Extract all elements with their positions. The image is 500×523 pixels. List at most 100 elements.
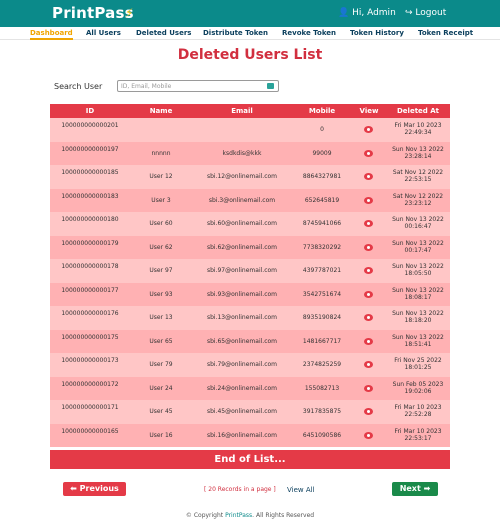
deleted-time: 23:28:14: [404, 152, 432, 160]
tab-token-receipt[interactable]: Token Receipt: [418, 29, 473, 37]
cell-mobile: 99009: [312, 149, 332, 157]
eye-icon[interactable]: [364, 220, 373, 227]
tab-all-users[interactable]: All Users: [86, 29, 121, 37]
cell-name: User 97: [149, 267, 173, 274]
eye-icon[interactable]: [364, 196, 373, 204]
view-all-link[interactable]: View All: [287, 486, 315, 494]
cell-mobile: 2374825259: [302, 361, 342, 368]
cell-mobile: 3542751674: [302, 290, 342, 298]
eye-icon[interactable]: [364, 337, 373, 345]
deleted-date: Sat Nov 12 2022: [392, 169, 444, 176]
column-header-mobile: Mobile: [308, 107, 336, 115]
cell-name: nnnnn: [151, 149, 171, 157]
deleted-date: Sun Nov 13 2022: [392, 333, 444, 341]
table-row: 100000000000172 User 24 sbi.24@onlinemail.…: [50, 376, 450, 400]
cell-id: 100000000000179: [61, 239, 119, 247]
footer: © Copyright PrintPass. All Rights Reserv…: [0, 512, 500, 519]
cell-id: 100000000000178: [61, 263, 119, 270]
cell-id: 100000000000177: [61, 286, 119, 294]
deleted-time: 00:17:47: [404, 246, 432, 254]
cell-mobile: 6451090586: [302, 431, 342, 439]
eye-icon[interactable]: [364, 173, 373, 180]
cell-email: sbi.97@onlinemail.com: [206, 267, 278, 274]
cell-email: sbi.93@onlinemail.com: [206, 290, 278, 298]
cell-deleted-at: Sun Nov 13 2022 00:17:47: [386, 240, 450, 254]
eye-icon[interactable]: [364, 126, 373, 133]
end-of-list: End of List...: [50, 450, 450, 469]
user-menu[interactable]: 👤 Hi, Admin: [338, 8, 396, 18]
records-per-page: [ 20 Records in a page ]: [204, 486, 276, 493]
cell-email: sbi.24@onlinemail.com: [206, 384, 278, 392]
cell-id: 100000000000175: [61, 333, 119, 341]
previous-button[interactable]: ⬅ Previous: [63, 482, 126, 496]
deleted-time: 18:51:41: [404, 340, 432, 348]
cell-email: sbi.60@onlinemail.com: [206, 220, 278, 227]
footer-brand-link[interactable]: PrintPass: [225, 512, 252, 519]
nav-tabs: Dashboard All Users Deleted Users Distri…: [0, 27, 500, 40]
cell-id: 100000000000165: [61, 427, 119, 435]
next-label: Next: [399, 484, 421, 493]
brand-logo[interactable]: PrintPass: [52, 4, 134, 22]
cell-deleted-at: Sat Nov 12 2022 23:23:12: [386, 193, 450, 207]
cell-deleted-at: Fri Mar 10 2023 22:49:34: [386, 122, 450, 136]
eye-icon[interactable]: [364, 314, 373, 321]
logout-button[interactable]: ↪ Logout: [405, 8, 446, 18]
tab-revoke-token[interactable]: Revoke Token: [282, 29, 336, 37]
tab-token-history[interactable]: Token History: [350, 29, 404, 37]
search-icon[interactable]: [267, 83, 274, 89]
cell-deleted-at: Fri Mar 10 2023 22:52:28: [386, 404, 450, 418]
column-header-view: View: [359, 107, 379, 115]
cell-email: sbi.62@onlinemail.com: [206, 243, 278, 251]
cell-email: ksdkdis@kkk: [222, 149, 262, 157]
cell-deleted-at: Fri Mar 10 2023 22:53:17: [386, 428, 450, 442]
tab-dashboard[interactable]: Dashboard: [30, 29, 73, 40]
eye-icon[interactable]: [364, 384, 373, 392]
eye-icon[interactable]: [364, 408, 373, 415]
deleted-time: 22:49:34: [404, 129, 432, 136]
copyright-suffix: . All Rights Reserved: [252, 512, 315, 519]
cell-name: User 3: [151, 196, 171, 204]
deleted-date: Fri Mar 10 2023: [394, 122, 442, 129]
search-label: Search User: [54, 82, 103, 91]
cell-name: User 16: [149, 431, 173, 439]
deleted-time: 18:08:17: [404, 293, 432, 301]
deleted-time: 22:53:15: [404, 176, 432, 183]
cell-name: User 65: [149, 337, 173, 345]
tab-distribute-token[interactable]: Distribute Token: [203, 29, 268, 37]
cell-mobile: 1481667717: [302, 337, 342, 345]
cell-deleted-at: Sun Nov 13 2022 00:16:47: [386, 216, 450, 230]
deleted-time: 18:05:50: [404, 270, 432, 277]
table-row: 100000000000179 User 62 sbi.62@onlinemail.…: [50, 235, 450, 259]
cell-mobile: 4397787021: [302, 267, 342, 274]
column-header-name: Name: [149, 107, 173, 115]
eye-icon[interactable]: [364, 290, 373, 298]
cell-deleted-at: Sun Nov 13 2022 18:08:17: [386, 287, 450, 301]
cell-name: User 62: [149, 243, 173, 251]
cell-mobile: 8935190824: [302, 314, 342, 321]
arrow-left-icon: ⬅: [70, 484, 77, 493]
cell-name: User 60: [149, 220, 173, 227]
table-row: 100000000000183 User 3 sbi.3@onlinemail.co…: [50, 188, 450, 212]
page-title: Deleted Users List: [177, 47, 323, 63]
eye-icon[interactable]: [364, 243, 373, 251]
eye-icon[interactable]: [364, 431, 373, 439]
cell-mobile: 0: [320, 126, 324, 133]
next-button[interactable]: Next ➡: [392, 482, 438, 496]
deleted-date: Sun Nov 13 2022: [392, 239, 444, 247]
arrow-right-icon: ➡: [423, 484, 431, 493]
deleted-date: Sun Nov 13 2022: [392, 310, 444, 317]
eye-icon[interactable]: [364, 361, 373, 368]
deleted-date: Fri Mar 10 2023: [394, 404, 442, 411]
eye-icon[interactable]: [364, 267, 373, 274]
table-row: 100000000000180 User 60 sbi.60@onlinemail.…: [50, 212, 450, 236]
cell-id: 100000000000185: [61, 169, 119, 176]
deleted-date: Sun Nov 13 2022: [392, 145, 444, 153]
table-row: 100000000000185 User 12 sbi.12@onlinemail.…: [50, 165, 450, 189]
tab-deleted-users[interactable]: Deleted Users: [136, 29, 191, 37]
eye-icon[interactable]: [364, 149, 373, 157]
search-input[interactable]: [121, 81, 261, 91]
cell-deleted-at: Sun Nov 13 2022 18:51:41: [386, 334, 450, 348]
cell-name: User 45: [149, 408, 173, 415]
deleted-time: 22:52:28: [404, 411, 432, 418]
cell-mobile: 7738320292: [302, 243, 342, 251]
